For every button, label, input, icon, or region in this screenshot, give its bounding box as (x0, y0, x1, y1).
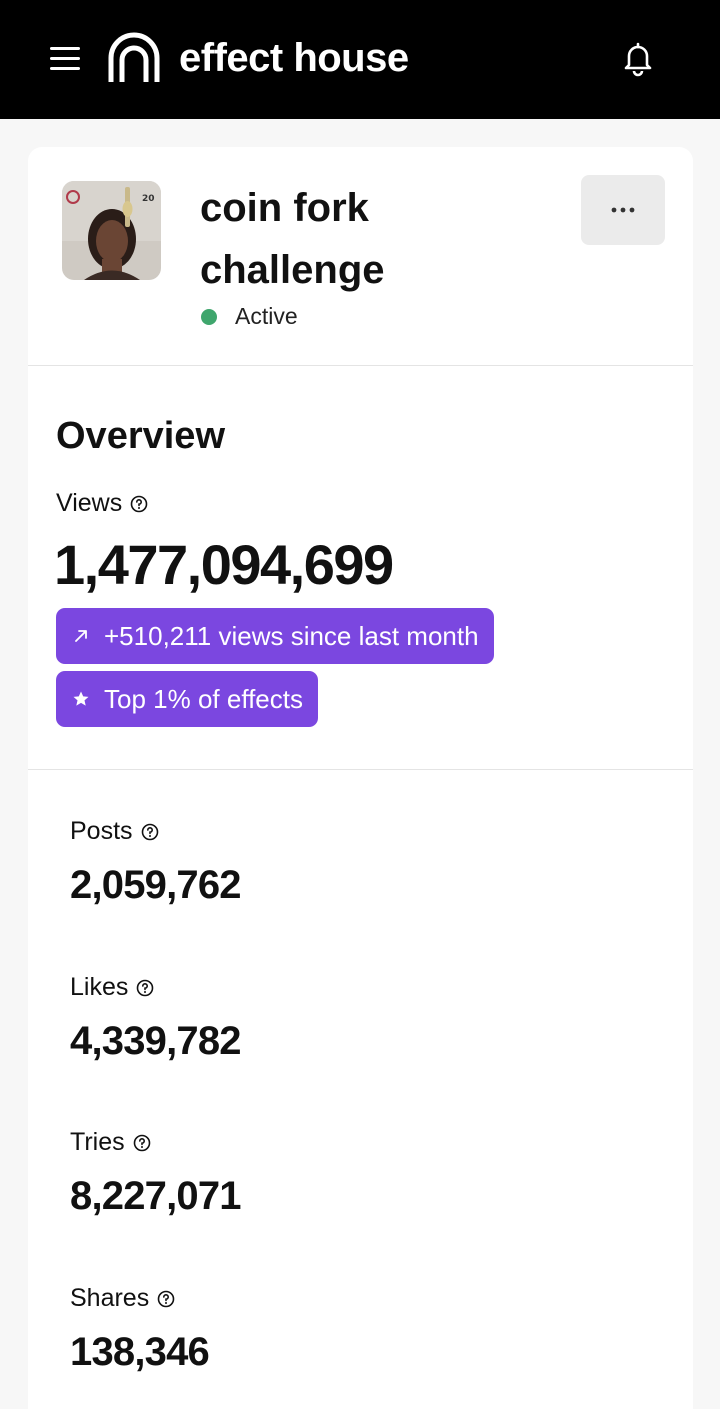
growth-badge: +510,211 views since last month (56, 608, 494, 664)
bell-icon[interactable] (618, 38, 658, 78)
tries-value: 8,227,071 (70, 1174, 242, 1218)
shares-label-text: Shares (70, 1284, 150, 1312)
likes-label-text: Likes (70, 973, 129, 1001)
posts-value: 2,059,762 (70, 863, 242, 907)
effect-thumbnail[interactable]: 20 (62, 181, 161, 280)
top-navigation-bar: effect house (0, 0, 720, 119)
help-icon[interactable] (136, 979, 154, 997)
views-label: Views (56, 489, 148, 518)
effect-status: Active (201, 303, 298, 330)
tries-label-text: Tries (70, 1128, 125, 1156)
likes-label: Likes (70, 973, 154, 1002)
views-value: 1,477,094,699 (54, 533, 394, 596)
divider (28, 769, 693, 770)
tries-label: Tries (70, 1128, 151, 1157)
rank-badge-text: Top 1% of effects (104, 683, 303, 714)
posts-label-text: Posts (70, 817, 133, 845)
more-options-button[interactable] (581, 175, 665, 245)
overview-title: Overview (56, 415, 225, 457)
shares-label: Shares (70, 1284, 175, 1313)
svg-text:20: 20 (142, 194, 155, 204)
help-icon[interactable] (157, 1290, 175, 1308)
divider (28, 365, 693, 366)
likes-value: 4,339,782 (70, 1019, 242, 1063)
effect-house-arch-logo-icon (108, 32, 160, 82)
posts-label: Posts (70, 817, 159, 846)
status-indicator-dot (201, 308, 217, 325)
shares-value: 138,346 (70, 1330, 210, 1374)
effect-title: coin fork challenge (200, 186, 385, 292)
brand-logo[interactable]: effect house (107, 32, 409, 84)
help-icon[interactable] (133, 1134, 151, 1152)
more-horizontal-icon (611, 207, 635, 213)
help-icon[interactable] (141, 823, 159, 841)
arrow-up-right-icon (75, 630, 87, 642)
star-icon (73, 691, 89, 706)
rank-badge: Top 1% of effects (56, 671, 318, 727)
help-icon[interactable] (130, 495, 148, 513)
effect-details-card: 20 coin fork challenge Active Overview V… (28, 147, 693, 1409)
hamburger-menu-icon[interactable] (46, 40, 84, 76)
brand-name: effect house (179, 36, 409, 80)
views-label-text: Views (56, 489, 123, 517)
status-label: Active (235, 303, 298, 329)
growth-badge-text: +510,211 views since last month (104, 620, 479, 651)
